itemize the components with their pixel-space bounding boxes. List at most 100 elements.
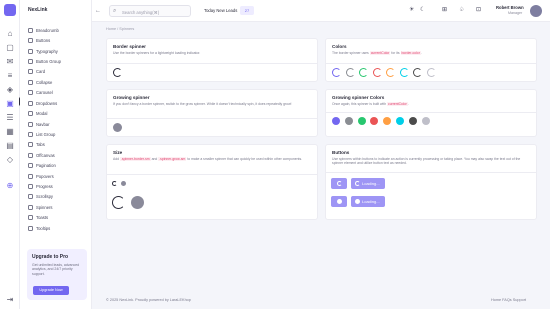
table-icon[interactable]: ▦ bbox=[5, 127, 15, 136]
apps-icon[interactable]: ▢ bbox=[5, 43, 15, 52]
sidebar-item-popovers[interactable]: Popovers bbox=[28, 171, 88, 181]
sidebar-toggle-icon[interactable]: ← bbox=[95, 8, 101, 14]
app-logo-icon bbox=[4, 4, 16, 16]
sidebar-item-label: Collapse bbox=[36, 79, 53, 85]
menu-item-icon bbox=[28, 163, 33, 169]
sidebar-item-collapse[interactable]: Collapse bbox=[28, 77, 88, 87]
avatar[interactable] bbox=[530, 5, 542, 17]
color-growing-spinner bbox=[357, 117, 366, 125]
growing-spinner-card: Growing spinner If you don't fancy a bor… bbox=[106, 89, 318, 137]
menu-item-icon bbox=[28, 152, 33, 158]
menu-item-icon bbox=[28, 204, 33, 210]
puzzle-icon[interactable]: ◈ bbox=[5, 85, 15, 94]
promo-title: Upgrade to Pro bbox=[32, 254, 69, 260]
sidebar-item-dropdowns[interactable]: Dropdowns bbox=[28, 98, 88, 108]
sidebar-item-offcanvas[interactable]: Offcanvas bbox=[28, 150, 88, 160]
user-role: Manager bbox=[508, 11, 523, 15]
menu-item-icon bbox=[28, 142, 33, 148]
sidebar-item-label: Button Group bbox=[36, 58, 61, 64]
logout-icon[interactable]: ⇥ bbox=[5, 295, 15, 304]
sidebar-item-typography[interactable]: Typography bbox=[28, 46, 88, 56]
sidebar-item-list-group[interactable]: List Group bbox=[28, 129, 88, 139]
sidebar-item-label: Card bbox=[36, 69, 46, 75]
card-title: Growing spinner bbox=[113, 95, 150, 100]
menu-item-icon bbox=[28, 79, 33, 85]
card-desc: Once again, this spinner is built with c… bbox=[332, 102, 409, 106]
sidebar-item-navbar[interactable]: Navbar bbox=[28, 119, 88, 129]
sidebar-item-tabs[interactable]: Tabs bbox=[28, 140, 88, 150]
color-border-spinner bbox=[359, 68, 368, 77]
sidebar-item-progress[interactable]: Progress bbox=[28, 181, 88, 191]
grow-only-button[interactable] bbox=[331, 196, 347, 207]
menu-item-icon bbox=[28, 131, 33, 137]
home-icon[interactable]: ⌂ bbox=[5, 29, 15, 38]
buttons-card: Buttons Use spinners within buttons to i… bbox=[325, 144, 537, 220]
sidebar-item-pagination[interactable]: Pagination bbox=[28, 160, 88, 170]
sidebar-item-toasts[interactable]: Toasts bbox=[28, 213, 88, 223]
sidebar-item-label: Dropdowns bbox=[36, 100, 58, 106]
menu-item-icon bbox=[28, 173, 33, 179]
form-icon[interactable]: ☰ bbox=[5, 113, 15, 122]
color-border-spinner bbox=[386, 68, 395, 77]
border-spinner-card: Border spinner Use the border spinners f… bbox=[106, 38, 318, 82]
theme-toggle-icon[interactable]: ☀ bbox=[409, 7, 414, 14]
chart-icon[interactable]: ▤ bbox=[5, 141, 15, 150]
card-desc: If you don't fancy a border spinner, swi… bbox=[113, 102, 292, 106]
color-border-spinner bbox=[332, 68, 341, 77]
search-input[interactable]: ⌕ Search anything(⌘) bbox=[109, 5, 191, 17]
card-desc: Use the border spinners for a lightweigh… bbox=[113, 51, 201, 55]
apps-grid-icon[interactable]: ⊞ bbox=[442, 7, 447, 14]
cart-icon[interactable]: ⊡ bbox=[476, 7, 481, 14]
small-growing-spinner bbox=[121, 181, 126, 186]
sidebar-item-breadcrumb[interactable]: Breadcrumb bbox=[28, 25, 88, 35]
footer-links[interactable]: Home FAQs Support bbox=[491, 298, 526, 302]
notification-bell-icon[interactable]: ♤ bbox=[459, 7, 464, 14]
grow-loading-button[interactable]: Loading... bbox=[351, 196, 385, 207]
color-growing-spinner bbox=[396, 117, 404, 125]
sidebar-item-label: Progress bbox=[36, 184, 53, 190]
growing-colors-card: Growing spinner Colors Once again, this … bbox=[325, 89, 537, 137]
layers-icon[interactable]: ≡ bbox=[5, 71, 15, 80]
sidebar-item-modal[interactable]: Modal bbox=[28, 108, 88, 118]
menu-item-icon bbox=[28, 90, 33, 96]
sidebar-item-label: Toasts bbox=[36, 215, 49, 221]
brand-name: NexLink bbox=[28, 7, 48, 13]
spinner-only-button[interactable] bbox=[331, 178, 347, 189]
new-leads-label: Today New Leads bbox=[204, 8, 238, 13]
mail-icon[interactable]: ✉ bbox=[5, 57, 15, 66]
sidebar-item-card[interactable]: Card bbox=[28, 67, 88, 77]
sidebar-item-tooltips[interactable]: Tooltips bbox=[28, 223, 88, 233]
loading-button[interactable]: Loading... bbox=[351, 178, 385, 189]
user-name: Robert Brown bbox=[496, 5, 524, 10]
sidebar-item-scrollspy[interactable]: Scrollspy bbox=[28, 192, 88, 202]
map-icon[interactable]: ◇ bbox=[5, 155, 15, 164]
menu-item-icon bbox=[28, 184, 33, 190]
upgrade-promo: Upgrade to Pro Get unlimited leads, adva… bbox=[27, 249, 87, 300]
color-growing-spinner bbox=[408, 117, 417, 125]
card-title: Colors bbox=[332, 44, 347, 49]
sidebar-item-label: Typography bbox=[36, 48, 58, 54]
language-icon[interactable]: ☾ bbox=[420, 7, 425, 14]
colors-card: Colors The border spinner uses currentCo… bbox=[325, 38, 537, 82]
sidebar-item-label: Navbar bbox=[36, 121, 50, 127]
footer-copyright: © 2025 NexLink. Proudly powered by LaraL… bbox=[106, 298, 191, 302]
sidebar-item-buttons[interactable]: Buttons bbox=[28, 35, 88, 45]
card-title: Buttons bbox=[332, 150, 350, 155]
breadcrumb: Home / Spinners bbox=[106, 27, 135, 31]
sidebar-item-label: Spinners bbox=[36, 204, 53, 210]
sidebar-item-spinners[interactable]: Spinners bbox=[28, 202, 88, 212]
card-desc: Add .spinner-border-sm and .spinner-grow… bbox=[113, 157, 303, 161]
color-border-spinner bbox=[399, 68, 409, 77]
menu-item-icon bbox=[28, 27, 33, 33]
sidebar-item-label: Tooltips bbox=[36, 225, 51, 231]
settings-icon[interactable]: ⊕ bbox=[5, 181, 15, 190]
sidebar-item-label: List Group bbox=[36, 131, 56, 137]
large-growing-spinner bbox=[131, 196, 144, 209]
sidebar-item-carousel[interactable]: Carousel bbox=[28, 88, 88, 98]
components-icon[interactable]: ▣ bbox=[5, 99, 15, 108]
sidebar-item-button-group[interactable]: Button Group bbox=[28, 56, 88, 66]
card-title: Border spinner bbox=[113, 44, 146, 49]
menu-item-icon bbox=[28, 100, 33, 106]
menu-item-icon bbox=[28, 215, 33, 221]
upgrade-button[interactable]: Upgrade Now bbox=[33, 286, 69, 295]
